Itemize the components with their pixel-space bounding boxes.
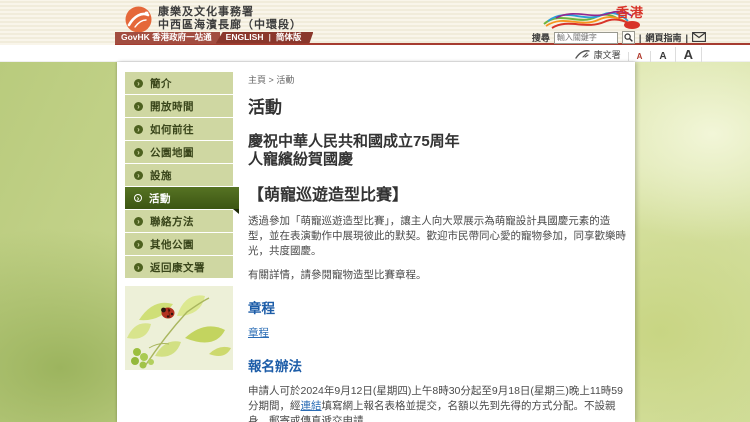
arrow-bullet-icon: › — [134, 79, 143, 88]
font-size-controls: A A A — [628, 47, 702, 62]
font-size-medium-button[interactable]: A — [650, 51, 674, 62]
arrow-bullet-icon: › — [134, 125, 143, 134]
sidebar-item-facilities[interactable]: › 設施 — [125, 164, 233, 187]
sidebar-item-intro[interactable]: › 簡介 — [125, 72, 233, 95]
leaves-ladybug-image — [125, 286, 233, 370]
language-tabs: ENGLISH | 简体版 — [216, 32, 314, 44]
sidebar-nav: › 簡介 › 開放時間 › 如何前往 › 公園地圖 › 設施 › 活動 — [125, 72, 233, 279]
lcsd-home-link[interactable]: 康文署 — [575, 48, 621, 61]
language-separator: | — [268, 32, 270, 44]
dept-line1: 康樂及文化事務署 — [158, 6, 302, 19]
event-title-line2: 人寵繽紛賀國慶 — [248, 151, 631, 169]
envelope-icon — [692, 32, 706, 42]
search-label: 搜尋 — [532, 31, 550, 44]
event-title-line1: 慶祝中華人民共和國成立75周年 — [248, 133, 631, 151]
font-size-small-button[interactable]: A — [628, 52, 651, 61]
arrow-bullet-icon: › — [134, 263, 143, 272]
sidebar-item-events[interactable]: › 活動 — [125, 187, 239, 210]
contest-subtitle: 【萌寵巡遊造型比賽】 — [248, 181, 631, 205]
intro-paragraph: 透過參加「萌寵巡遊造型比賽」，讓主人向大眾展示為萌寵設計具國慶元素的造型，並在表… — [248, 214, 631, 259]
arrow-bullet-icon: › — [134, 102, 143, 111]
contact-email-link[interactable] — [692, 32, 706, 44]
lcsd-figure-icon — [575, 48, 590, 60]
sidebar-item-how-to-get-there[interactable]: › 如何前往 — [125, 118, 233, 141]
sidebar-item-back-to-lcsd[interactable]: › 返回康文署 — [125, 256, 233, 279]
web-guide-link[interactable]: 網頁指南 — [645, 31, 681, 44]
arrow-bullet-icon: › — [134, 217, 143, 226]
page-title: 活動 — [248, 93, 631, 118]
sidebar-item-opening-hours[interactable]: › 開放時間 — [125, 95, 233, 118]
sidebar-item-park-map[interactable]: › 公園地圖 — [125, 141, 233, 164]
breadcrumb-separator: > — [269, 75, 274, 85]
rules-link[interactable]: 章程 — [248, 327, 269, 339]
separator: | — [685, 33, 688, 43]
event-title: 慶祝中華人民共和國成立75周年 人寵繽紛賀國慶 — [248, 133, 631, 169]
breadcrumb-current: 活動 — [276, 75, 294, 85]
search-button[interactable] — [622, 31, 635, 44]
lcsd-logo-icon[interactable] — [125, 6, 152, 33]
dept-line2: 中西區海濱長廊（中環段） — [158, 19, 302, 32]
sidebar-item-contact[interactable]: › 聯絡方法 — [125, 210, 233, 233]
font-size-large-button[interactable]: A — [675, 47, 702, 62]
english-tab[interactable]: ENGLISH — [226, 32, 264, 44]
govhk-tab[interactable]: GovHK 香港政府一站通 — [115, 32, 220, 44]
search-input[interactable] — [554, 32, 618, 44]
lcsd-link-label: 康文署 — [594, 48, 621, 61]
arrow-bullet-icon: › — [134, 194, 142, 202]
magnifier-icon — [624, 33, 633, 42]
brand-hongkong-logo: 香港 — [540, 2, 650, 33]
lcsd-utility-row: 康文署 A A A — [575, 46, 702, 62]
rules-heading: 章程 — [248, 297, 631, 317]
simplified-chinese-tab[interactable]: 简体版 — [276, 32, 302, 44]
brand-hk-characters: 香港 — [616, 2, 644, 21]
separator: | — [639, 33, 642, 43]
page-root: 康樂及文化事務署 中西區海濱長廊（中環段） 香港 GovHK 香港政府一站通 E… — [0, 0, 750, 422]
application-heading: 報名辦法 — [248, 355, 631, 375]
main-content: 主頁 > 活動 活動 慶祝中華人民共和國成立75周年 人寵繽紛賀國慶 【萌寵巡遊… — [248, 73, 631, 422]
department-name: 康樂及文化事務署 中西區海濱長廊（中環段） — [158, 6, 302, 32]
detail-note: 有關詳情，請參閱寵物造型比賽章程。 — [248, 268, 631, 283]
arrow-bullet-icon: › — [134, 171, 143, 180]
application-form-link[interactable]: 連結 — [301, 400, 322, 412]
breadcrumb-home-link[interactable]: 主頁 — [248, 75, 266, 85]
content-page: › 簡介 › 開放時間 › 如何前往 › 公園地圖 › 設施 › 活動 — [117, 62, 635, 422]
breadcrumb: 主頁 > 活動 — [248, 73, 631, 86]
sidebar-item-other-parks[interactable]: › 其他公園 — [125, 233, 233, 256]
gov-tabs: GovHK 香港政府一站通 ENGLISH | 简体版 — [115, 32, 313, 44]
application-paragraph: 申請人可於2024年9月12日(星期四)上午8時30分起至9月18日(星期三)晚… — [248, 384, 631, 422]
arrow-bullet-icon: › — [134, 240, 143, 249]
search-bar: 搜尋 | 網頁指南 | — [532, 31, 706, 44]
arrow-bullet-icon: › — [134, 148, 143, 157]
